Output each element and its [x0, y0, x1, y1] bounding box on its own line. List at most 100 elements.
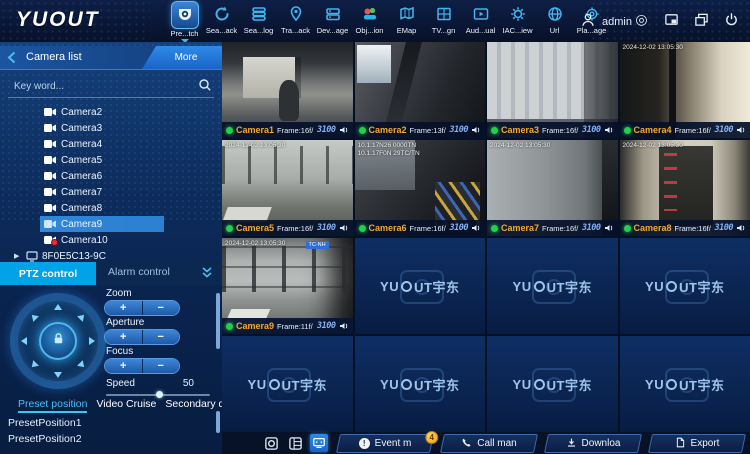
- zoom-label: Zoom: [106, 288, 216, 299]
- nav-item-track[interactable]: Tra...ack: [277, 1, 314, 41]
- nav-item-device-manage[interactable]: Dev...age: [314, 1, 351, 41]
- osd-timestamp: 2024-12-02 13:05:30: [623, 44, 683, 51]
- sidebar-item-camera9-selected[interactable]: Camera9: [40, 216, 164, 232]
- sidebar-item-camera7[interactable]: Camera7: [0, 184, 222, 200]
- video-cell-camera3[interactable]: Camera3 Frame:16f/ 3100: [487, 42, 618, 138]
- sidebar-item-camera6[interactable]: Camera6: [0, 168, 222, 184]
- empty-video-cell[interactable]: YU UT宇东: [487, 336, 618, 432]
- nav-item-emap[interactable]: EMap: [388, 1, 425, 41]
- bitrate-value: 3100: [582, 223, 600, 233]
- panel-scrollbar[interactable]: [216, 293, 220, 349]
- audio-icon[interactable]: [471, 223, 481, 233]
- video-cell-camera8[interactable]: 2024-12-02 13:05:30 Camera8 Frame:16f/ 3…: [620, 140, 750, 236]
- preset-item-2[interactable]: PresetPosition2: [8, 431, 198, 442]
- ptz-arrow-down[interactable]: [54, 372, 62, 378]
- sidebar: Camera list More Camera2 Camera3 Camera4: [0, 42, 222, 454]
- video-cell-camera4[interactable]: 2024-12-02 13:05:30 Camera4 Frame:16f/ 3…: [620, 42, 750, 138]
- nav-item-tv-wall[interactable]: TV...gn: [425, 1, 462, 41]
- audio-icon[interactable]: [339, 125, 349, 135]
- audio-icon[interactable]: [604, 223, 614, 233]
- collapse-chevrons-icon[interactable]: [200, 265, 214, 284]
- sidebar-item-camera5[interactable]: Camera5: [0, 152, 222, 168]
- frame-rate: Frame:11f/: [277, 322, 313, 331]
- ptz-arrow-left[interactable]: [21, 337, 27, 345]
- ptz-arrow-down-left[interactable]: [29, 360, 39, 370]
- ptz-arrow-up-left[interactable]: [29, 312, 39, 322]
- fullscreen-icon[interactable]: [262, 434, 280, 452]
- audio-icon[interactable]: [339, 223, 349, 233]
- zoom-minus-button[interactable]: −: [143, 301, 180, 315]
- globe-icon: [546, 2, 564, 26]
- aperture-plus-button[interactable]: +: [105, 330, 143, 344]
- sidebar-item-camera10[interactable]: Camera10: [0, 232, 222, 248]
- frame-rate: Frame:13f/: [410, 126, 446, 135]
- event-message-button[interactable]: ! Event m 4: [336, 434, 434, 453]
- sidebar-item-camera8[interactable]: Camera8: [0, 200, 222, 216]
- power-icon[interactable]: [723, 11, 740, 28]
- settings-dial-icon[interactable]: ◎: [633, 11, 650, 28]
- user-menu[interactable]: admin: [580, 12, 632, 31]
- video-cell-camera1[interactable]: Camera1 Frame:16f/ 3100: [222, 42, 353, 138]
- sidebar-item-camera3[interactable]: Camera3: [0, 120, 222, 136]
- video-cell-camera9-selected[interactable]: 2024-12-02 13:05:30 TC-NH Camera9 Frame:…: [222, 238, 353, 334]
- nav-item-search-log[interactable]: Sea...log: [240, 1, 277, 41]
- video-cell-camera5[interactable]: 2024-12-02 13:05:30 Camera5 Frame:16f/ 3…: [222, 140, 353, 236]
- tab-secondary-dev[interactable]: Secondary dev: [165, 398, 222, 413]
- export-button[interactable]: Export: [648, 434, 746, 453]
- empty-video-cell[interactable]: YU UT宇东: [355, 336, 486, 432]
- zoom-plus-button[interactable]: +: [105, 301, 143, 315]
- ptz-arrow-up[interactable]: [54, 304, 62, 310]
- layout-picker-icon[interactable]: [286, 434, 304, 452]
- aperture-minus-button[interactable]: −: [143, 330, 180, 344]
- empty-video-cell[interactable]: YU UT宇东: [487, 238, 618, 334]
- audio-icon[interactable]: [736, 223, 746, 233]
- empty-video-cell[interactable]: YU UT宇东: [222, 336, 353, 432]
- frame-rate: Frame:16f/: [675, 126, 711, 135]
- tab-ptz-control[interactable]: PTZ control: [0, 262, 96, 285]
- back-chevron-icon[interactable]: [7, 51, 16, 69]
- empty-video-cell[interactable]: YU UT宇东: [355, 238, 486, 334]
- ptz-arrow-down-right[interactable]: [77, 360, 87, 370]
- slider-thumb[interactable]: [156, 391, 163, 398]
- audio-icon[interactable]: [471, 125, 481, 135]
- audio-icon[interactable]: [736, 125, 746, 135]
- watermark-text: YU: [248, 377, 267, 392]
- search-input[interactable]: [12, 77, 186, 96]
- empty-video-cell[interactable]: YU UT宇东: [620, 238, 750, 334]
- sidebar-item-camera2[interactable]: Camera2: [0, 104, 222, 120]
- preset-item-1[interactable]: PresetPosition1: [8, 415, 198, 431]
- call-manage-button[interactable]: Call man: [440, 434, 538, 453]
- audio-icon[interactable]: [339, 321, 349, 331]
- expander-arrow-icon[interactable]: ▶: [14, 252, 22, 260]
- tab-video-cruise[interactable]: Video Cruise: [96, 398, 156, 413]
- watermark-text: YU: [380, 279, 399, 294]
- more-button[interactable]: More: [142, 46, 222, 69]
- tab-alarm-control[interactable]: Alarm control: [108, 266, 170, 278]
- video-cell-camera7[interactable]: 2024-12-02 13:05:30 Camera7 Frame:16f/ 3…: [487, 140, 618, 236]
- pip-window-icon[interactable]: [663, 11, 680, 28]
- video-cell-camera2[interactable]: Camera2 Frame:13f/ 3100: [355, 42, 486, 138]
- ptz-arrow-up-right[interactable]: [77, 312, 87, 322]
- download-button[interactable]: Downloa: [544, 434, 642, 453]
- nav-item-audio-visual[interactable]: Aud...ual: [462, 1, 499, 41]
- focus-plus-button[interactable]: +: [105, 359, 143, 373]
- cascade-windows-icon[interactable]: [693, 11, 710, 28]
- stream-switch-icon[interactable]: [310, 434, 328, 452]
- nav-item-url[interactable]: Url: [536, 1, 573, 41]
- nav-item-iac-view[interactable]: IAC...iew: [499, 1, 536, 41]
- nav-item-search-playback[interactable]: Sea...ack: [203, 1, 240, 41]
- empty-video-cell[interactable]: YU UT宇东: [620, 336, 750, 432]
- search-icon[interactable]: [198, 78, 212, 97]
- focus-minus-button[interactable]: −: [143, 359, 180, 373]
- audio-icon[interactable]: [604, 125, 614, 135]
- tab-preset-position[interactable]: Preset position: [18, 398, 87, 413]
- nav-item-preview[interactable]: Pre...tch: [166, 1, 203, 41]
- nav-item-object-detection[interactable]: Obj...ion: [351, 1, 388, 41]
- sidebar-item-camera4[interactable]: Camera4: [0, 136, 222, 152]
- ptz-joystick[interactable]: [10, 293, 106, 389]
- ptz-lock-button[interactable]: [39, 322, 77, 360]
- preset-scrollbar[interactable]: [216, 411, 220, 433]
- window-controls: ◎: [633, 11, 740, 28]
- ptz-arrow-right[interactable]: [89, 337, 95, 345]
- video-cell-camera6[interactable]: 10.1.17N26 0000TN 10.1.17F0N 29TC/TN Cam…: [355, 140, 486, 236]
